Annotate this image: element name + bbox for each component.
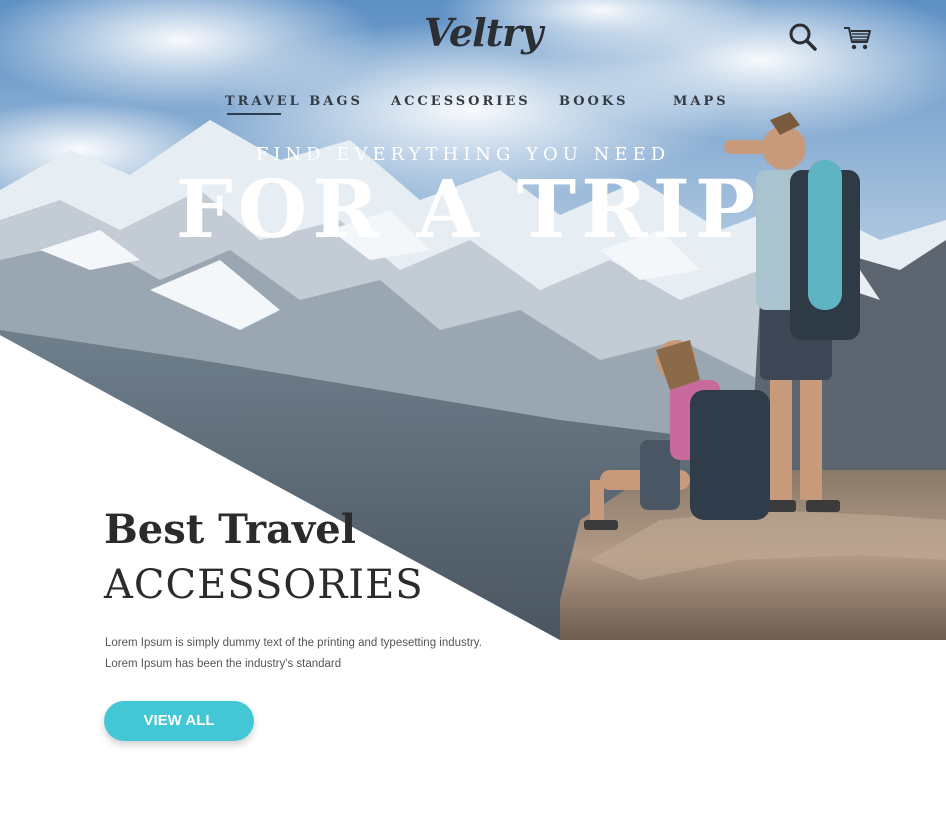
- view-all-button[interactable]: VIEW ALL: [104, 701, 254, 741]
- nav-item-accessories[interactable]: ACCESSORIES: [391, 94, 531, 109]
- main-nav: TRAVEL BAGS ACCESSORIES BOOKS MAPS: [0, 94, 946, 115]
- hero-title: FOR A TRIP: [175, 162, 761, 256]
- nav-item-maps[interactable]: MAPS: [673, 94, 729, 109]
- description-line: Lorem Ipsum is simply dummy text of the …: [105, 637, 482, 649]
- nav-item-books[interactable]: BOOKS: [559, 94, 629, 109]
- search-icon[interactable]: [786, 20, 820, 54]
- section-subtitle: ACCESSORIES: [104, 562, 424, 608]
- brand-logo[interactable]: Veltry: [424, 6, 543, 60]
- nav-item-travel-bags[interactable]: TRAVEL BAGS: [225, 94, 363, 115]
- shopping-cart-icon[interactable]: [840, 20, 874, 54]
- description-line: Lorem Ipsum has been the industry's stan…: [105, 658, 342, 670]
- section-title: Best Travel: [104, 506, 356, 553]
- section-description: Lorem Ipsum is simply dummy text of the …: [105, 633, 485, 675]
